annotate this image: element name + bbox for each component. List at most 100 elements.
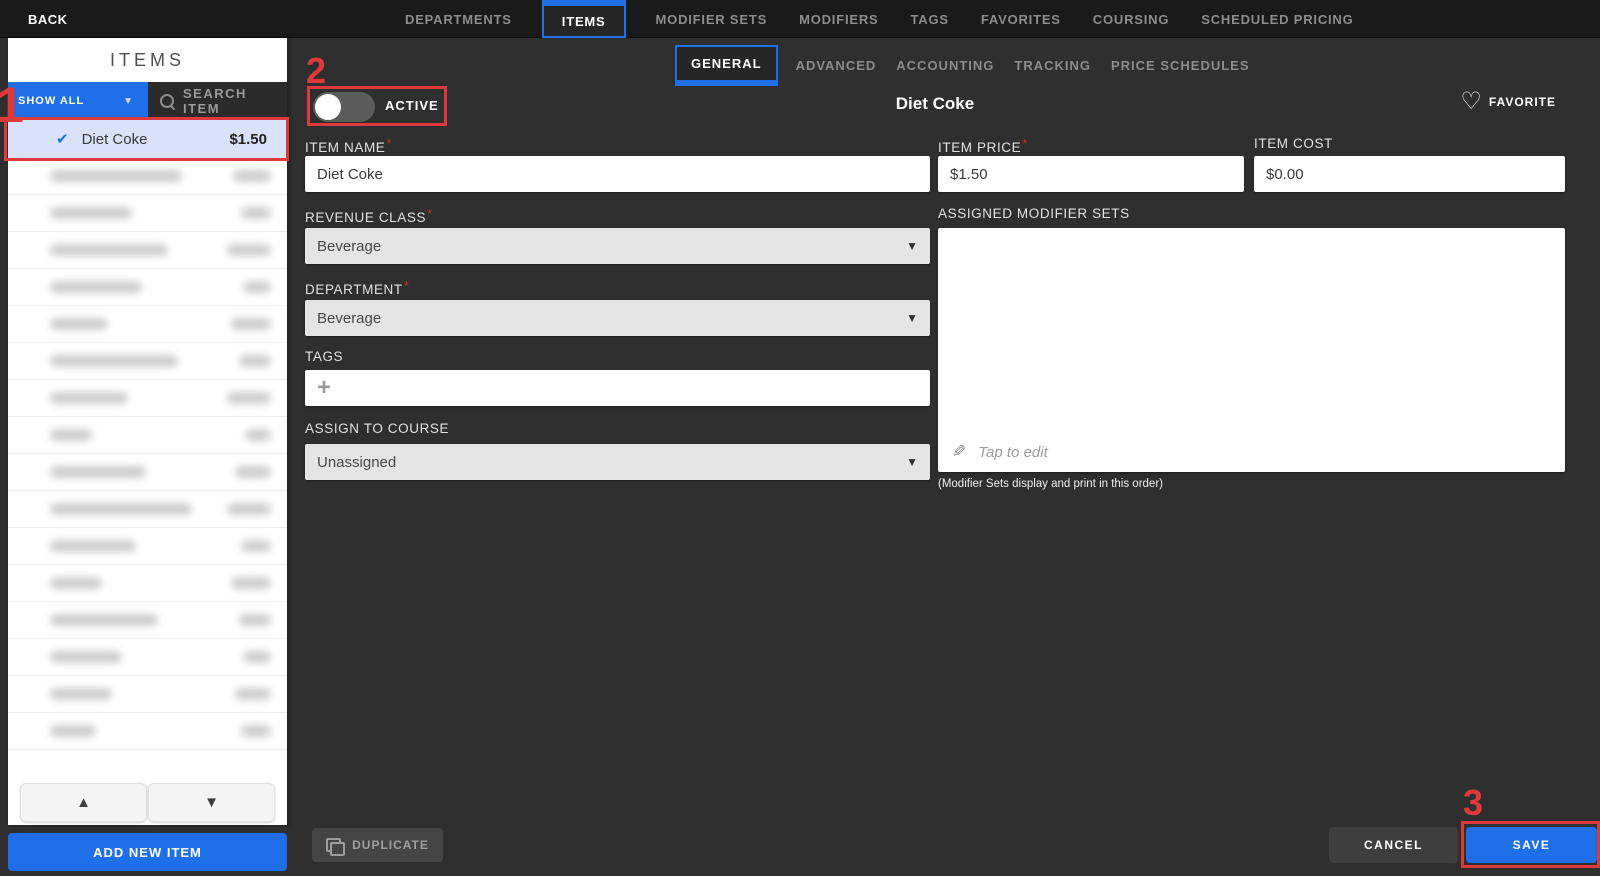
topbar-tab-departments[interactable]: DEPARTMENTS — [403, 0, 514, 38]
chevron-down-icon: ▼ — [906, 311, 918, 325]
assigned-modifier-sets-panel[interactable]: ✎ Tap to edit — [938, 228, 1565, 472]
redacted-item-price — [243, 651, 271, 663]
list-item-redacted[interactable] — [8, 343, 287, 380]
redacted-item-name — [50, 355, 178, 367]
topbar-tab-favorites[interactable]: FAVORITES — [979, 0, 1063, 38]
selected-item-name: Diet Coke — [81, 130, 148, 148]
revenue-class-select[interactable]: Beverage ▼ — [305, 228, 930, 264]
required-asterisk: * — [403, 278, 410, 293]
items-sidebar: ITEMS SHOW ALL ▼ SEARCH ITEM ✔ Diet Coke… — [8, 38, 287, 825]
item-price-input[interactable]: $1.50 — [938, 156, 1244, 192]
content-tab-accounting[interactable]: ACCOUNTING — [894, 45, 996, 86]
plus-icon[interactable]: + — [317, 376, 331, 400]
save-button[interactable]: SAVE — [1466, 827, 1597, 863]
revenue-class-value: Beverage — [317, 237, 382, 255]
list-item-redacted[interactable] — [8, 454, 287, 491]
show-all-dropdown[interactable]: SHOW ALL ▼ — [8, 82, 148, 120]
assign-to-course-value: Unassigned — [317, 453, 397, 471]
redacted-item-price — [235, 466, 271, 478]
favorite-label: FAVORITE — [1488, 95, 1556, 109]
redacted-item-price — [227, 392, 271, 404]
topbar-tab-items[interactable]: ITEMS — [541, 0, 626, 38]
topbar-tab-modifier-sets[interactable]: MODIFIER SETS — [654, 0, 770, 38]
list-item-redacted[interactable] — [8, 269, 287, 306]
redacted-item-price — [243, 281, 271, 293]
item-editor-screen: BACK DEPARTMENTS ITEMS MODIFIER SETS MODIFI… — [0, 0, 1600, 876]
redacted-item-name — [50, 392, 128, 404]
search-item-button[interactable]: SEARCH ITEM — [148, 82, 287, 120]
tags-input[interactable]: + — [305, 370, 930, 406]
redacted-item-name — [50, 688, 112, 700]
pencil-icon: ✎ — [952, 442, 967, 461]
content-tab-tracking[interactable]: TRACKING — [1012, 45, 1093, 86]
redacted-item-name — [50, 207, 132, 219]
list-item-redacted[interactable] — [8, 565, 287, 602]
check-icon: ✔ — [56, 131, 69, 148]
add-new-item-button[interactable]: ADD NEW ITEM — [8, 833, 287, 871]
duplicate-label: DUPLICATE — [352, 838, 429, 852]
redacted-item-name — [50, 540, 136, 552]
redacted-item-name — [50, 281, 142, 293]
tap-to-edit-text: Tap to edit — [978, 443, 1048, 461]
topbar-tab-scheduled-pricing[interactable]: SCHEDULED PRICING — [1199, 0, 1355, 38]
heart-icon: ♡ — [1460, 88, 1482, 115]
redacted-item-price — [241, 725, 271, 737]
required-asterisk: * — [427, 206, 433, 221]
list-item-redacted[interactable] — [8, 380, 287, 417]
item-cost-input[interactable]: $0.00 — [1254, 156, 1565, 192]
redacted-item-price — [233, 170, 271, 182]
modifier-sets-caption: (Modifier Sets display and print in this… — [938, 478, 1163, 490]
selected-item-price: $1.50 — [229, 130, 267, 148]
cancel-button[interactable]: CANCEL — [1329, 827, 1458, 863]
chevron-down-icon: ▼ — [906, 239, 918, 253]
item-name-label: ITEM NAME* — [305, 136, 393, 155]
redacted-item-price — [245, 429, 271, 441]
redacted-item-name — [50, 318, 108, 330]
scroll-down-button[interactable]: ▼ — [148, 783, 275, 822]
copy-icon — [326, 837, 346, 856]
redacted-item-price — [231, 577, 271, 589]
back-button[interactable]: BACK — [28, 0, 68, 38]
content-tab-advanced[interactable]: ADVANCED — [794, 45, 879, 86]
topbar-tab-modifiers[interactable]: MODIFIERS — [797, 0, 880, 38]
list-item-redacted[interactable] — [8, 639, 287, 676]
chevron-down-icon: ▼ — [123, 95, 134, 107]
redacted-item-price — [227, 244, 271, 256]
favorite-button[interactable]: ♡ FAVORITE — [1460, 90, 1556, 114]
list-item-redacted[interactable] — [8, 306, 287, 343]
duplicate-button[interactable]: DUPLICATE — [312, 828, 443, 862]
content-tab-general[interactable]: GENERAL — [675, 45, 778, 86]
redacted-item-name — [50, 429, 92, 441]
page-title: Diet Coke — [895, 94, 975, 113]
item-name-input[interactable]: Diet Coke — [305, 156, 930, 192]
search-placeholder: SEARCH ITEM — [183, 86, 247, 116]
item-list-redacted — [8, 158, 287, 750]
content-tab-price-schedules[interactable]: PRICE SCHEDULES — [1109, 45, 1252, 86]
department-label: DEPARTMENT* — [305, 278, 410, 297]
redacted-item-name — [50, 244, 168, 256]
list-item-redacted[interactable] — [8, 417, 287, 454]
department-value: Beverage — [317, 309, 382, 327]
list-item-redacted[interactable] — [8, 602, 287, 639]
arrow-down-icon: ▼ — [204, 794, 219, 811]
assign-to-course-select[interactable]: Unassigned ▼ — [305, 444, 930, 480]
list-item-redacted[interactable] — [8, 158, 287, 195]
list-item-redacted[interactable] — [8, 195, 287, 232]
scroll-up-button[interactable]: ▲ — [20, 783, 147, 822]
list-item-redacted[interactable] — [8, 491, 287, 528]
list-item-selected[interactable]: ✔ Diet Coke $1.50 — [8, 120, 287, 158]
list-item-redacted[interactable] — [8, 232, 287, 269]
arrow-up-icon: ▲ — [76, 794, 91, 811]
item-price-label: ITEM PRICE* — [938, 136, 1028, 155]
redacted-item-price — [239, 614, 271, 626]
department-select[interactable]: Beverage ▼ — [305, 300, 930, 336]
list-item-redacted[interactable] — [8, 713, 287, 750]
topbar-tab-coursing[interactable]: COURSING — [1091, 0, 1171, 38]
redacted-item-price — [239, 355, 271, 367]
annotation-number-3: 3 — [1463, 782, 1484, 823]
list-item-redacted[interactable] — [8, 676, 287, 713]
tap-to-edit[interactable]: ✎ Tap to edit — [952, 442, 1048, 462]
list-item-redacted[interactable] — [8, 528, 287, 565]
assign-to-course-label: ASSIGN TO COURSE — [305, 421, 450, 436]
topbar-tab-tags[interactable]: TAGS — [909, 0, 951, 38]
